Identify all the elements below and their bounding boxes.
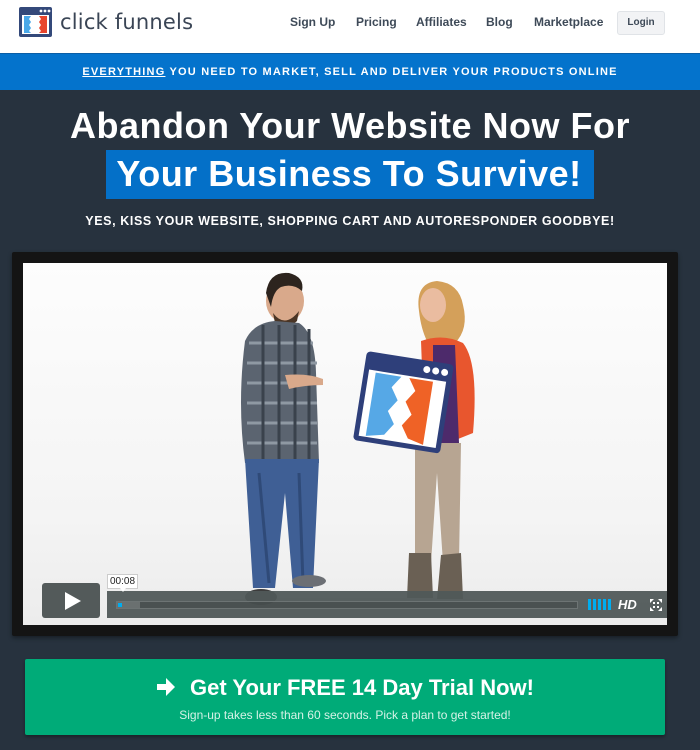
headline-line-2-wrapper: Your Business To Survive! [0, 150, 700, 199]
banner-text: EVERYTHING YOU NEED TO MARKET, SELL AND … [82, 66, 617, 78]
fullscreen-icon[interactable] [650, 599, 662, 611]
free-trial-button[interactable]: Get Your FREE 14 Day Trial Now! Sign-up … [25, 659, 665, 735]
cta-subtitle: Sign-up takes less than 60 seconds. Pick… [179, 708, 511, 722]
site-header: click funnels Sign Up Pricing Affiliates… [0, 0, 700, 53]
arrow-right-icon [157, 678, 176, 696]
video-screen[interactable]: HD 00:08 [23, 263, 667, 625]
video-controlbar: HD [107, 591, 667, 618]
video-frame-image [153, 272, 553, 618]
main-nav: Sign Up Pricing Affiliates Blog Marketpl… [0, 0, 700, 45]
cta-title-row: Get Your FREE 14 Day Trial Now! [25, 675, 665, 701]
time-tooltip: 00:08 [107, 574, 139, 592]
progress-bar[interactable] [116, 601, 578, 609]
announcement-banner: EVERYTHING YOU NEED TO MARKET, SELL AND … [0, 53, 700, 90]
clickfunnels-sign [353, 351, 454, 454]
login-button[interactable]: Login [617, 11, 665, 35]
volume-icon[interactable] [588, 599, 611, 610]
nav-pricing[interactable]: Pricing [356, 15, 397, 29]
headline-line-1: Abandon Your Website Now For [69, 105, 630, 146]
nav-sign-up[interactable]: Sign Up [290, 15, 335, 29]
cta-title: Get Your FREE 14 Day Trial Now! [190, 675, 534, 700]
nav-marketplace[interactable]: Marketplace [534, 15, 603, 29]
man-figure [241, 272, 326, 605]
hd-icon[interactable]: HD [618, 597, 637, 612]
nav-affiliates[interactable]: Affiliates [416, 15, 467, 29]
hero-section: Abandon Your Website Now For Your Busine… [0, 90, 700, 750]
banner-rest: YOU NEED TO MARKET, SELL AND DELIVER YOU… [165, 66, 618, 78]
nav-blog[interactable]: Blog [486, 15, 513, 29]
subheadline: YES, KISS YOUR WEBSITE, SHOPPING CART AN… [85, 214, 615, 228]
video-player: HD 00:08 [12, 252, 678, 636]
play-icon [65, 591, 81, 610]
banner-emphasis: EVERYTHING [82, 66, 166, 78]
headline-line-2: Your Business To Survive! [106, 150, 594, 199]
progress-played [118, 603, 122, 607]
play-button[interactable] [42, 583, 100, 618]
